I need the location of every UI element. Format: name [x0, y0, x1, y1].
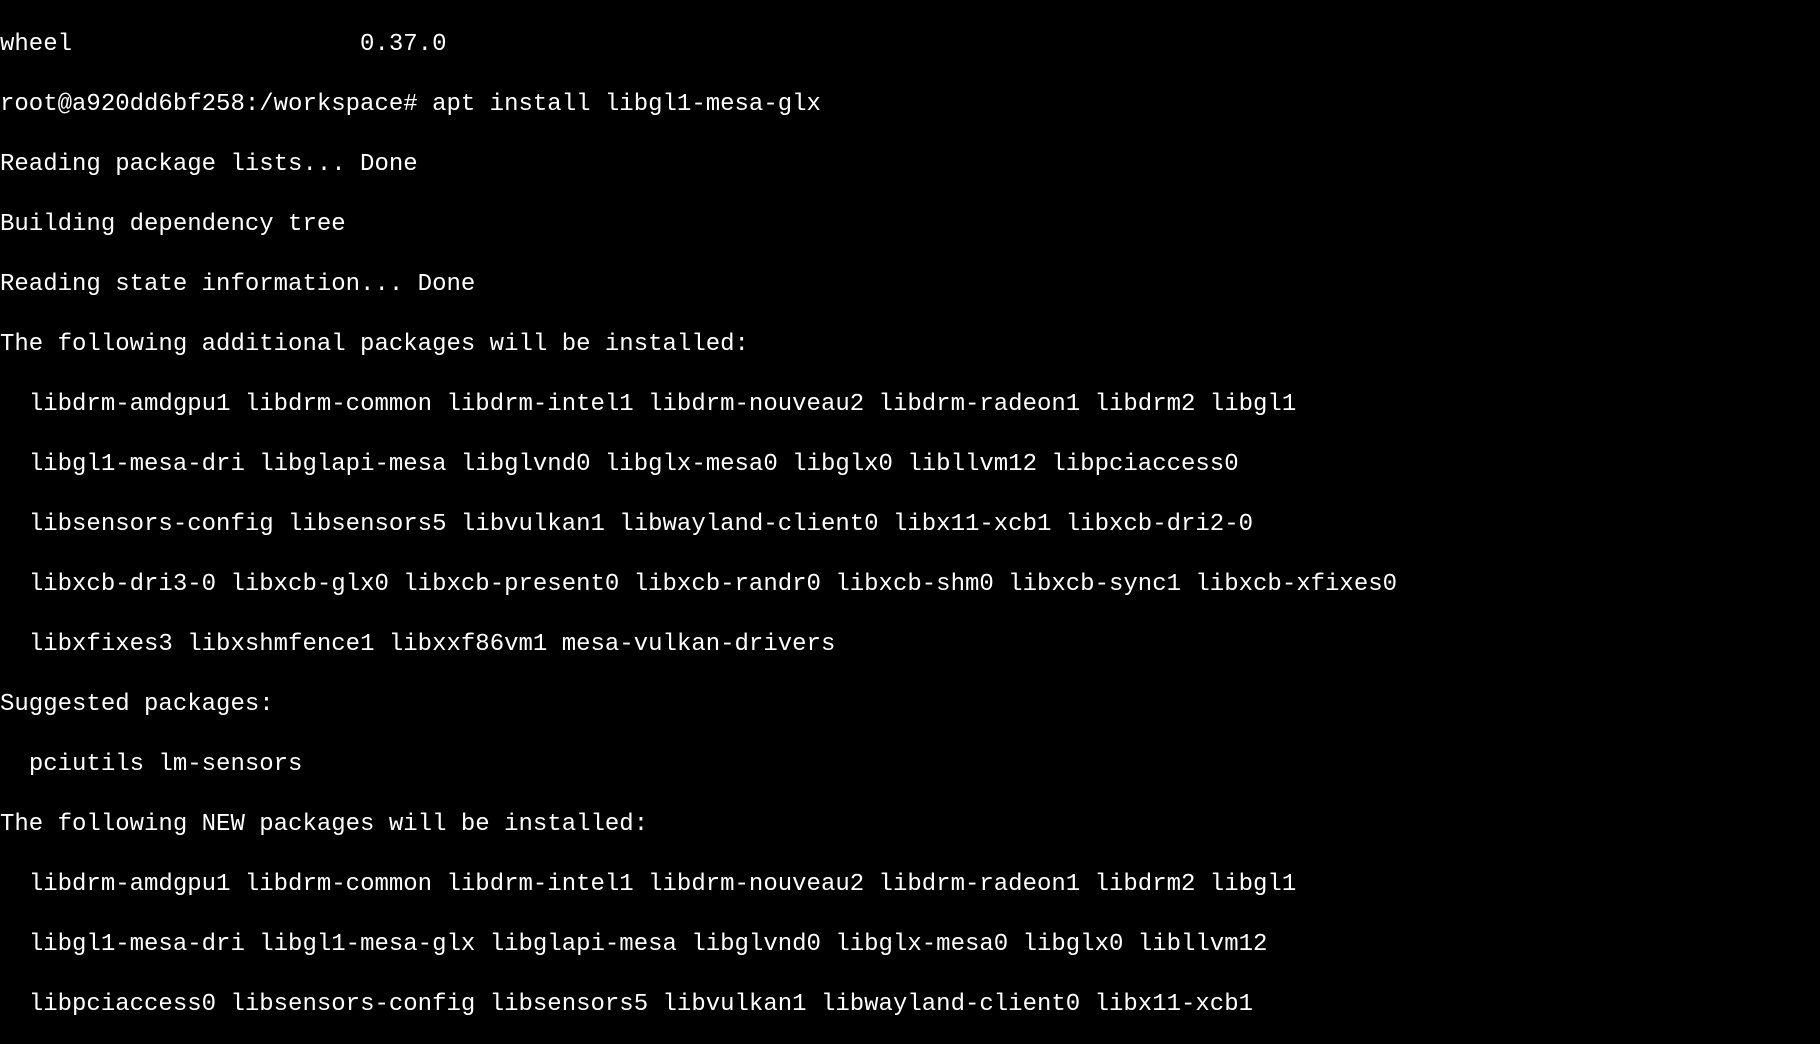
terminal-line: Building dependency tree: [0, 210, 1820, 240]
terminal-line: Reading package lists... Done: [0, 150, 1820, 180]
terminal-line: libgl1-mesa-dri libglapi-mesa libglvnd0 …: [0, 450, 1820, 480]
terminal-output[interactable]: wheel 0.37.0 root@a920dd6bf258:/workspac…: [0, 0, 1820, 1044]
terminal-line: libdrm-amdgpu1 libdrm-common libdrm-inte…: [0, 390, 1820, 420]
terminal-line: libxcb-dri3-0 libxcb-glx0 libxcb-present…: [0, 570, 1820, 600]
terminal-line: libpciaccess0 libsensors-config libsenso…: [0, 990, 1820, 1020]
terminal-line: Suggested packages:: [0, 690, 1820, 720]
terminal-line: The following NEW packages will be insta…: [0, 810, 1820, 840]
terminal-line: wheel 0.37.0: [0, 30, 1820, 60]
terminal-line: libsensors-config libsensors5 libvulkan1…: [0, 510, 1820, 540]
terminal-line: libgl1-mesa-dri libgl1-mesa-glx libglapi…: [0, 930, 1820, 960]
terminal-line: Reading state information... Done: [0, 270, 1820, 300]
terminal-line: The following additional packages will b…: [0, 330, 1820, 360]
terminal-line: pciutils lm-sensors: [0, 750, 1820, 780]
terminal-prompt-line: root@a920dd6bf258:/workspace# apt instal…: [0, 90, 1820, 120]
terminal-line: libdrm-amdgpu1 libdrm-common libdrm-inte…: [0, 870, 1820, 900]
terminal-line: libxfixes3 libxshmfence1 libxxf86vm1 mes…: [0, 630, 1820, 660]
